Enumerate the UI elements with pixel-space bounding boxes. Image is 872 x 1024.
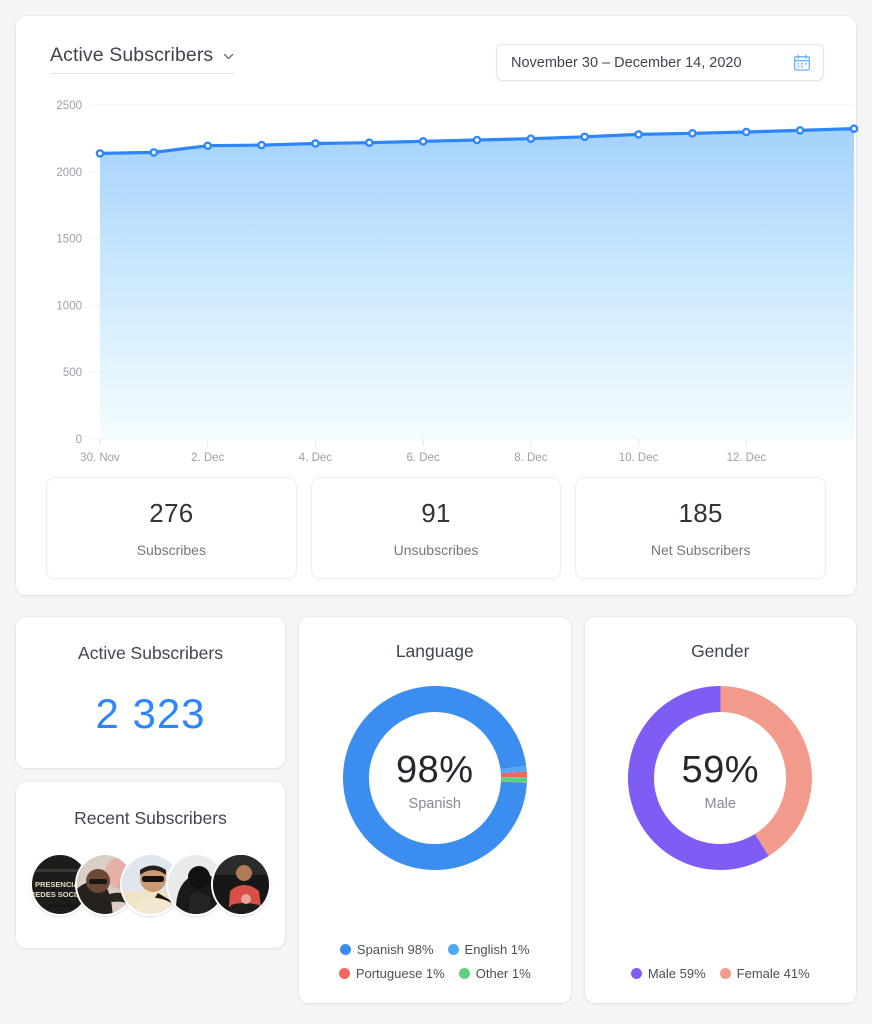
language-card: Language 98% Spanish Spanish 98% English … bbox=[299, 617, 571, 1003]
svg-text:4. Dec: 4. Dec bbox=[299, 452, 332, 463]
donut-percentage: 59% bbox=[681, 749, 760, 791]
legend-item: Portuguese 1% bbox=[338, 966, 445, 981]
legend-color-dot bbox=[630, 968, 642, 979]
chart-data-point[interactable] bbox=[95, 149, 105, 158]
bottom-row: Active Subscribers 2 323 Recent Subscrib… bbox=[16, 617, 856, 1019]
legend-color-dot bbox=[339, 944, 351, 955]
subscribers-overview-card: Active Subscribers November 30 – Decembe… bbox=[16, 16, 859, 595]
gender-card: Gender 59% Male Male 59% Female 41% bbox=[584, 617, 856, 1003]
svg-text:6. Dec: 6. Dec bbox=[407, 452, 440, 463]
chart-data-point[interactable] bbox=[795, 126, 805, 135]
chart-y-axis-labels: 0 500 1000 1500 2000 2500 bbox=[56, 100, 82, 446]
card-title: Gender bbox=[691, 641, 750, 661]
svg-text:12. Dec: 12. Dec bbox=[726, 452, 766, 463]
legend-color-dot bbox=[719, 968, 731, 979]
active-subscribers-area-chart[interactable]: 0 500 1000 1500 2000 2500 30. Nov 2. Dec 4. Dec… bbox=[32, 95, 859, 465]
legend-label: Female 41% bbox=[736, 966, 810, 981]
chart-data-point[interactable] bbox=[634, 130, 643, 139]
chart-data-point[interactable] bbox=[472, 135, 482, 145]
chart-data-point[interactable] bbox=[149, 148, 159, 157]
avatar[interactable] bbox=[210, 853, 272, 916]
dashboard-page: Active Subscribers November 30 – Decembe… bbox=[0, 0, 872, 1019]
donut-sublabel: Male bbox=[704, 796, 736, 812]
legend-color-dot bbox=[458, 968, 470, 979]
svg-text:2500: 2500 bbox=[56, 100, 82, 112]
left-column: Active Subscribers 2 323 Recent Subscrib… bbox=[16, 617, 285, 948]
svg-text:CONTACTANOS: CONTACTANOS bbox=[48, 903, 78, 908]
card-title: Recent Subscribers bbox=[74, 808, 227, 828]
card-title: Language bbox=[395, 641, 474, 661]
chart-data-point[interactable] bbox=[849, 124, 859, 133]
legend-label: Male 59% bbox=[647, 966, 706, 981]
language-donut-chart[interactable]: 98% Spanish bbox=[339, 682, 531, 879]
chart-data-point[interactable] bbox=[688, 129, 697, 138]
gender-legend: Male 59% Female 41% bbox=[630, 944, 810, 981]
legend-item: Male 59% bbox=[630, 966, 706, 981]
legend-label: Portuguese 1% bbox=[355, 966, 445, 981]
svg-text:1000: 1000 bbox=[56, 300, 82, 312]
gender-donut-chart[interactable]: 59% Male bbox=[624, 682, 816, 879]
legend-color-dot bbox=[447, 944, 459, 955]
stat-label: Subscribes bbox=[136, 542, 206, 558]
donut-sublabel: Spanish bbox=[408, 796, 461, 812]
svg-text:2000: 2000 bbox=[56, 167, 82, 179]
chart-data-point[interactable] bbox=[203, 141, 213, 151]
svg-text:1500: 1500 bbox=[56, 234, 82, 246]
active-subscribers-value: 2 323 bbox=[95, 690, 206, 737]
card-header: Active Subscribers November 30 – Decembe… bbox=[32, 34, 840, 81]
svg-text:30. Nov: 30. Nov bbox=[80, 452, 120, 463]
stat-card-subscribes: 276 Subscribes bbox=[46, 477, 297, 579]
legend-label: Spanish 98% bbox=[356, 942, 434, 957]
legend-label: English 1% bbox=[464, 942, 530, 957]
legend-item: Female 41% bbox=[719, 966, 810, 981]
chart-data-point[interactable] bbox=[526, 134, 536, 143]
chevron-down-icon[interactable] bbox=[222, 50, 235, 63]
active-subscribers-card: Active Subscribers 2 323 bbox=[16, 617, 285, 768]
svg-text:10. Dec: 10. Dec bbox=[619, 452, 659, 463]
stat-value: 276 bbox=[149, 498, 194, 528]
donut-center-label: 59% Male bbox=[624, 682, 816, 879]
stat-value: 185 bbox=[678, 498, 723, 528]
donut-percentage: 98% bbox=[395, 749, 474, 791]
legend-item: Other 1% bbox=[458, 966, 531, 981]
donut-center-label: 98% Spanish bbox=[339, 682, 531, 879]
stat-label: Unsubscribes bbox=[393, 542, 479, 558]
svg-text:2. Dec: 2. Dec bbox=[191, 452, 224, 463]
chart-data-point[interactable] bbox=[257, 140, 266, 150]
page-title: Active Subscribers bbox=[50, 44, 214, 66]
language-legend: Spanish 98% English 1% Portuguese 1% Other … bbox=[320, 920, 550, 981]
calendar-icon[interactable] bbox=[793, 54, 811, 72]
chart-x-axis-labels: 30. Nov 2. Dec 4. Dec 6. Dec 8. Dec 10. Dec 12… bbox=[80, 452, 766, 463]
chart-data-point[interactable] bbox=[580, 132, 590, 142]
recent-subscribers-card: Recent Subscribers PRESENCIA EN REDES SO… bbox=[16, 782, 285, 948]
avatar-stack[interactable]: PRESENCIA EN REDES SOCIALES CONTACTANOS bbox=[30, 853, 272, 916]
stat-label: Net Subscribers bbox=[650, 542, 751, 558]
chart-data-point[interactable] bbox=[418, 137, 428, 146]
svg-text:8. Dec: 8. Dec bbox=[514, 452, 547, 463]
svg-text:500: 500 bbox=[63, 367, 82, 379]
date-range-picker[interactable]: November 30 – December 14, 2020 bbox=[496, 44, 824, 81]
card-title: Active Subscribers bbox=[78, 643, 223, 663]
legend-item: English 1% bbox=[447, 942, 530, 957]
stat-card-net-subscribers: 185 Net Subscribers bbox=[575, 477, 827, 579]
chart-data-point[interactable] bbox=[364, 138, 374, 147]
chart-area-fill bbox=[100, 128, 854, 439]
metric-selector[interactable]: Active Subscribers bbox=[50, 44, 236, 74]
stat-card-unsubscribes: 91 Unsubscribes bbox=[310, 477, 562, 579]
chart-x-axis-ticks bbox=[99, 439, 747, 446]
date-range-value: November 30 – December 14, 2020 bbox=[511, 54, 742, 71]
chart-canvas: 0 500 1000 1500 2000 2500 30. Nov 2. Dec 4. Dec… bbox=[56, 100, 859, 463]
legend-label: Other 1% bbox=[475, 966, 531, 981]
legend-item: Spanish 98% bbox=[339, 942, 434, 957]
legend-color-dot bbox=[338, 968, 350, 979]
chart-data-point[interactable] bbox=[741, 127, 751, 137]
chart-data-point[interactable] bbox=[311, 139, 320, 148]
svg-text:0: 0 bbox=[76, 434, 82, 446]
stats-row: 276 Subscribes 91 Unsubscribes 185 Net S… bbox=[32, 477, 840, 579]
stat-value: 91 bbox=[421, 498, 451, 528]
